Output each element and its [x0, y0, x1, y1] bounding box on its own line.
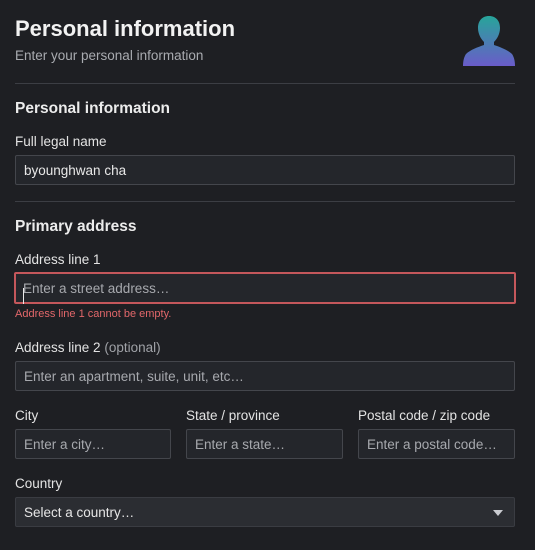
- full-name-field[interactable]: [15, 155, 515, 185]
- address-line1-field[interactable]: [14, 272, 516, 304]
- header-divider: [15, 83, 515, 84]
- user-avatar-icon: [463, 16, 515, 66]
- address-line2-field[interactable]: [15, 361, 515, 391]
- page-header: Personal information Enter your personal…: [15, 14, 235, 63]
- country-select[interactable]: Select a country…: [15, 497, 515, 527]
- address-line1-label: Address line 1: [15, 252, 101, 267]
- country-label: Country: [15, 476, 63, 491]
- page-subtitle: Enter your personal information: [15, 48, 204, 63]
- page-title: Personal information: [15, 16, 236, 41]
- address-line2-label-text: Address line 2: [15, 340, 101, 355]
- state-field[interactable]: [186, 429, 343, 459]
- address-line1-error: Address line 1 cannot be empty.: [15, 308, 172, 320]
- postal-label: Postal code / zip code: [358, 408, 491, 423]
- state-label: State / province: [186, 408, 280, 423]
- text-cursor: [23, 288, 24, 304]
- country-select-value: Select a country…: [24, 504, 135, 520]
- section-divider: [15, 201, 515, 202]
- city-field[interactable]: [15, 429, 171, 459]
- address-section-title: Primary address: [15, 218, 137, 235]
- address-line2-label: Address line 2 (optional): [15, 340, 161, 355]
- personal-section-title: Personal information: [15, 100, 171, 117]
- postal-field[interactable]: [358, 429, 515, 459]
- chevron-down-icon: [493, 510, 503, 516]
- full-name-label: Full legal name: [15, 134, 107, 149]
- city-label: City: [15, 408, 39, 423]
- optional-hint: (optional): [104, 340, 161, 355]
